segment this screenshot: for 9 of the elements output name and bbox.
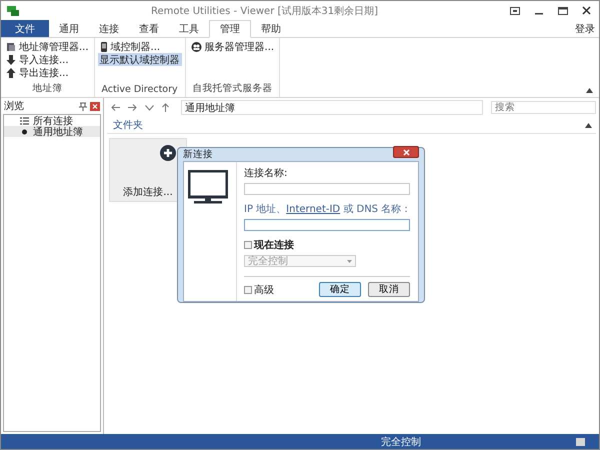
field-label: 连接名称: [244,166,288,180]
ribbon-group-title: Active Directory [100,84,179,97]
panel-title: 浏览 [4,100,24,113]
section-title: 文件夹 [113,118,143,132]
ribbon-group-title: 地址簿 [31,82,64,96]
status-text: 完全控制 [381,436,421,448]
ribbon-group-title: 自我托管式服务器 [191,82,274,96]
field-label: IP 地址、Internet-ID 或 DNS 名称 : [244,202,408,216]
window-title: Remote Utilities - Viewer [试用版本31剩余日期] [150,4,380,18]
